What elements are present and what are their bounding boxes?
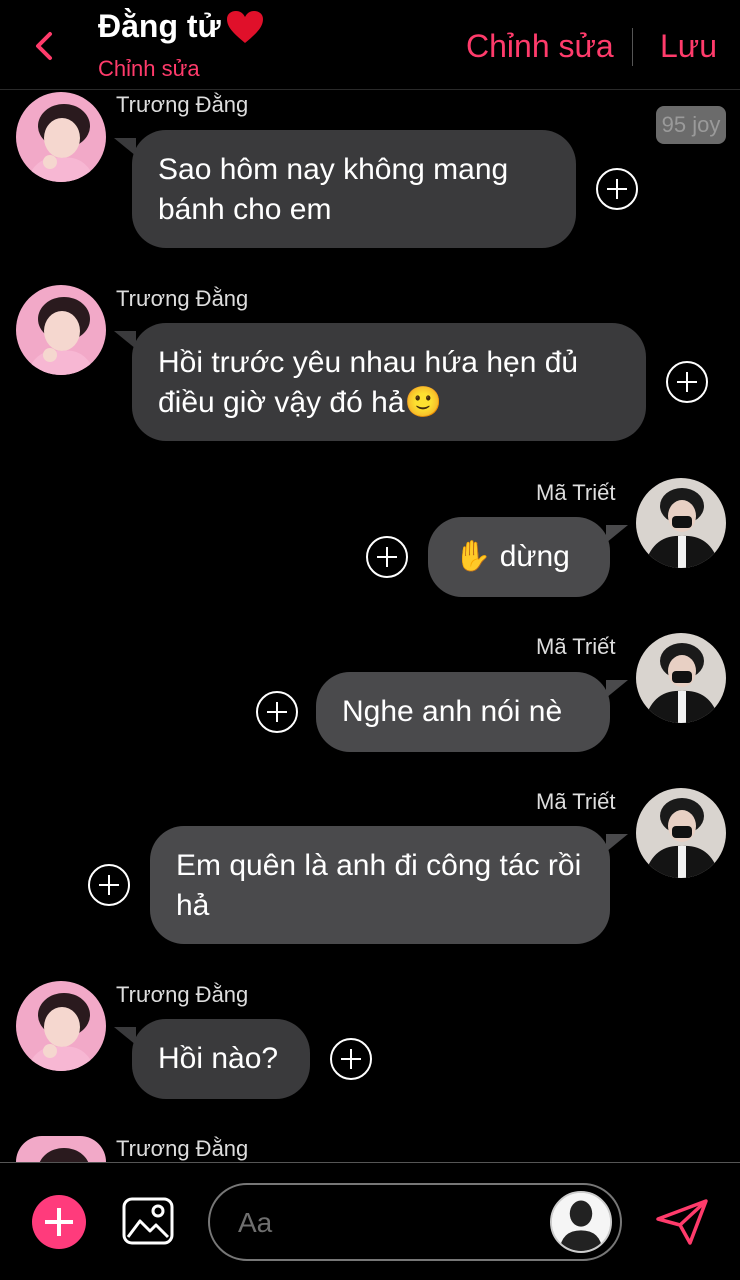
message-bubble[interactable]: Nghe anh nói nè bbox=[316, 672, 610, 752]
add-reaction-icon[interactable] bbox=[666, 361, 708, 403]
avatar-image bbox=[16, 1136, 106, 1162]
avatar-ma-triet[interactable] bbox=[636, 633, 726, 723]
message-bubble[interactable]: Hồi trước yêu nhau hứa hẹn đủ điều giờ v… bbox=[132, 323, 646, 441]
message-bubble[interactable]: Em quên là anh đi công tác rồi hả bbox=[150, 826, 610, 944]
add-reaction-icon[interactable] bbox=[88, 864, 130, 906]
avatar-image bbox=[636, 478, 726, 568]
sender-name: Mã Triết bbox=[536, 480, 616, 505]
sender-name: Trương Đằng bbox=[116, 286, 249, 311]
message-input[interactable] bbox=[238, 1203, 538, 1243]
message-bubble[interactable]: Sao hôm nay không mang bánh cho em bbox=[132, 130, 576, 248]
chat-title: Đằng tử bbox=[98, 8, 265, 45]
sender-name: Trương Đằng bbox=[116, 982, 249, 1007]
send-icon[interactable] bbox=[654, 1197, 710, 1247]
sender-name: Trương Đằng bbox=[116, 92, 249, 117]
joy-badge: 95 joy bbox=[656, 106, 726, 144]
plus-icon[interactable] bbox=[32, 1195, 86, 1249]
user-avatar-icon[interactable] bbox=[550, 1191, 612, 1253]
avatar-truong-dang[interactable] bbox=[16, 1136, 106, 1162]
avatar-truong-dang[interactable] bbox=[16, 285, 106, 375]
sender-name: Mã Triết bbox=[536, 634, 616, 659]
composer-bar bbox=[0, 1162, 740, 1280]
avatar-image bbox=[16, 92, 106, 182]
message-input-container bbox=[208, 1183, 622, 1261]
avatar-truong-dang[interactable] bbox=[16, 981, 106, 1071]
message-bubble[interactable]: Hồi nào? bbox=[132, 1019, 310, 1099]
add-reaction-icon[interactable] bbox=[596, 168, 638, 210]
avatar-ma-triet[interactable] bbox=[636, 478, 726, 568]
heart-icon bbox=[226, 10, 263, 43]
bubble-tail bbox=[606, 834, 628, 852]
sender-name: Mã Triết bbox=[536, 789, 616, 814]
chat-subtitle[interactable]: Chỉnh sửa bbox=[98, 56, 200, 82]
add-reaction-icon[interactable] bbox=[256, 691, 298, 733]
avatar-image bbox=[636, 633, 726, 723]
add-reaction-icon[interactable] bbox=[366, 536, 408, 578]
avatar-ma-triet[interactable] bbox=[636, 788, 726, 878]
chat-title-text: Đằng tử bbox=[98, 8, 221, 44]
message-bubble[interactable]: ✋ dừng bbox=[428, 517, 610, 597]
back-button[interactable] bbox=[28, 28, 60, 64]
avatar-truong-dang[interactable] bbox=[16, 92, 106, 182]
sender-name: Trương Đằng bbox=[116, 1136, 249, 1161]
save-button[interactable]: Lưu bbox=[660, 28, 717, 65]
avatar-image bbox=[16, 981, 106, 1071]
edit-button[interactable]: Chỉnh sửa bbox=[466, 28, 614, 65]
chevron-left-icon bbox=[36, 32, 52, 60]
bubble-tail bbox=[606, 525, 628, 543]
add-reaction-icon[interactable] bbox=[330, 1038, 372, 1080]
chat-header: Đằng tử Chỉnh sửa Chỉnh sửa Lưu bbox=[0, 0, 740, 90]
bubble-tail bbox=[606, 680, 628, 698]
avatar-image bbox=[16, 285, 106, 375]
image-icon[interactable] bbox=[122, 1197, 174, 1245]
avatar-image bbox=[636, 788, 726, 878]
header-divider bbox=[632, 28, 633, 66]
